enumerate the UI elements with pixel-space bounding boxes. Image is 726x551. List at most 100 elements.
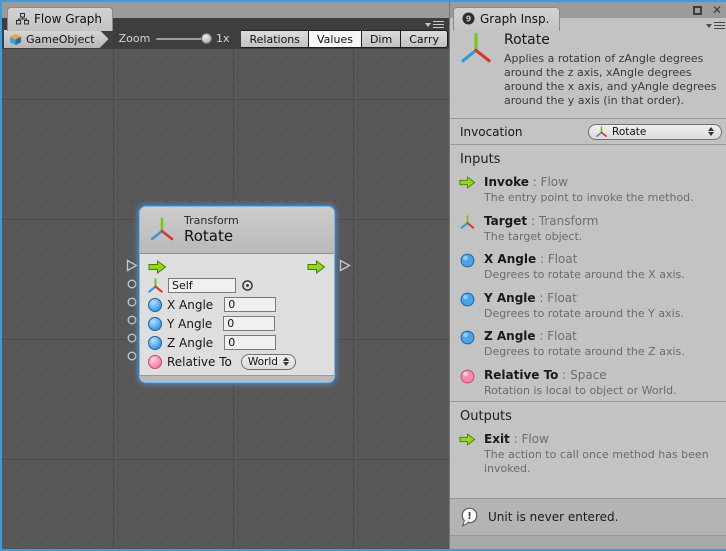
port-description: Degrees to rotate around the Z axis. <box>484 345 685 359</box>
angle-label: Y Angle <box>167 317 212 331</box>
port-name: Y Angle <box>484 291 536 305</box>
toolbar-button[interactable]: Carry <box>401 30 448 48</box>
warning-bubble-icon: ! <box>460 507 479 527</box>
toolbar-button[interactable]: Values <box>309 30 362 48</box>
inspector-bottom-strip <box>450 535 726 549</box>
rotate-node[interactable]: Transform Rotate <box>140 207 334 382</box>
inspector-title: Rotate <box>504 32 720 48</box>
angle-input[interactable]: 0 <box>223 316 275 331</box>
port-name: Invoke <box>484 175 529 189</box>
toolbar-button-label: Dim <box>370 33 392 46</box>
port-list-item: Y Angle : Float Degrees to rotate around… <box>458 291 722 321</box>
port-type-icon <box>458 291 476 321</box>
tab-graph-inspector[interactable]: 9 Graph Insp. <box>453 7 560 31</box>
node-title: Rotate <box>184 228 239 245</box>
zoom-label: Zoom <box>119 32 151 45</box>
toolbar-buttons: Relations Values Dim Carry <box>241 30 448 48</box>
y-angle-port-connector[interactable] <box>127 315 137 325</box>
port-list-item: Relative To : Space Rotation is local to… <box>458 368 722 398</box>
flow-out-arrow-icon[interactable] <box>307 260 326 274</box>
breadcrumb-label: GameObject <box>26 33 95 46</box>
port-type-icon <box>458 368 476 398</box>
port-type-icon <box>458 175 476 205</box>
graph-inspector-panel: ✕ 9 Graph Insp. Rotate Applies a rotatio… <box>449 2 726 549</box>
port-type: : Flow <box>533 175 568 189</box>
float-port-icon[interactable] <box>148 298 162 312</box>
invocation-value: Rotate <box>612 126 646 138</box>
close-icon[interactable]: ✕ <box>712 6 722 15</box>
angle-row: X Angle 0 <box>148 296 326 313</box>
maximize-icon[interactable] <box>693 6 702 15</box>
target-port-connector[interactable] <box>127 279 137 289</box>
flow-pane-menu-icon[interactable] <box>425 21 444 29</box>
port-type-icon <box>458 252 476 282</box>
inspector-description: Applies a rotation of zAngle degrees aro… <box>504 52 720 108</box>
relative-to-label: Relative To <box>167 355 232 369</box>
svg-text:!: ! <box>467 511 472 522</box>
invocation-row: Invocation Rotate <box>450 119 726 145</box>
space-port-icon[interactable] <box>148 355 162 369</box>
target-row: Self <box>148 277 326 294</box>
port-list-item: Target : Transform The target object. <box>458 214 722 244</box>
graph-inspector-icon: 9 <box>462 12 475 25</box>
port-type: : Space <box>562 368 606 382</box>
rotate-node-footer <box>140 375 334 382</box>
port-description: Degrees to rotate around the Y axis. <box>484 307 684 321</box>
port-type-icon <box>458 214 476 244</box>
toolbar-button[interactable]: Relations <box>241 30 309 48</box>
flow-in-arrow-icon[interactable] <box>148 260 167 274</box>
outputs-list: Exit : Flow The action to call once meth… <box>450 430 726 479</box>
inputs-list: Invoke : Flow The entry point to invoke … <box>450 173 726 401</box>
target-input[interactable]: Self <box>168 278 236 293</box>
port-name: Z Angle <box>484 329 536 343</box>
dropdown-transform-icon <box>596 126 607 138</box>
zoom-slider-handle[interactable] <box>201 33 212 44</box>
port-type: : Float <box>540 252 578 266</box>
object-picker-icon[interactable] <box>241 279 254 292</box>
relative-port-connector[interactable] <box>127 351 137 361</box>
port-type-icon <box>458 329 476 359</box>
zoom-slider[interactable] <box>156 30 210 48</box>
port-list-item: Z Angle : Float Degrees to rotate around… <box>458 329 722 359</box>
dropdown-arrows-icon <box>708 127 714 136</box>
editor-window: Flow Graph GameObject Zoom 1x <box>2 2 724 549</box>
angle-label: X Angle <box>167 298 213 312</box>
angle-row: Y Angle 0 <box>148 315 326 332</box>
port-name: Exit <box>484 432 510 446</box>
angle-input[interactable]: 0 <box>224 335 276 350</box>
dropdown-arrows-icon <box>283 357 289 366</box>
inspector-pane-menu-icon[interactable] <box>706 22 725 30</box>
port-type: : Float <box>539 329 577 343</box>
port-type: : Float <box>539 291 577 305</box>
float-port-icon[interactable] <box>148 336 162 350</box>
toolbar-button-label: Carry <box>409 33 439 46</box>
port-description: The entry point to invoke the method. <box>484 191 694 205</box>
inspector-transform-icon <box>460 32 492 66</box>
tab-graph-inspector-label: Graph Insp. <box>480 12 549 26</box>
angle-rows: X Angle 0 Y Angle 0 <box>148 296 326 351</box>
relative-to-row: Relative To World <box>148 353 326 370</box>
target-transform-icon <box>148 278 163 294</box>
z-angle-port-connector[interactable] <box>127 333 137 343</box>
port-name: X Angle <box>484 252 536 266</box>
flow-input-connector[interactable] <box>126 259 138 272</box>
port-name: Relative To <box>484 368 558 382</box>
angle-input[interactable]: 0 <box>224 297 276 312</box>
flow-output-connector[interactable] <box>339 259 351 272</box>
port-list-item: Invoke : Flow The entry point to invoke … <box>458 175 722 205</box>
warning-bar: ! Unit is never entered. <box>450 498 726 535</box>
float-port-icon[interactable] <box>148 317 162 331</box>
graph-canvas[interactable]: Transform Rotate <box>2 49 449 549</box>
breadcrumb-gameobject[interactable]: GameObject <box>4 30 109 48</box>
angle-row: Z Angle 0 <box>148 334 326 351</box>
port-name: Target <box>484 214 527 228</box>
tab-flow-graph[interactable]: Flow Graph <box>7 7 113 31</box>
toolbar-button[interactable]: Dim <box>362 30 401 48</box>
rotate-node-header[interactable]: Transform Rotate <box>140 207 334 254</box>
relative-to-dropdown[interactable]: World <box>241 354 296 370</box>
gameobject-cube-icon <box>9 33 22 46</box>
invocation-dropdown[interactable]: Rotate <box>588 124 722 140</box>
x-angle-port-connector[interactable] <box>127 297 137 307</box>
inputs-section-header: Inputs <box>450 145 726 173</box>
port-list-item: X Angle : Float Degrees to rotate around… <box>458 252 722 282</box>
